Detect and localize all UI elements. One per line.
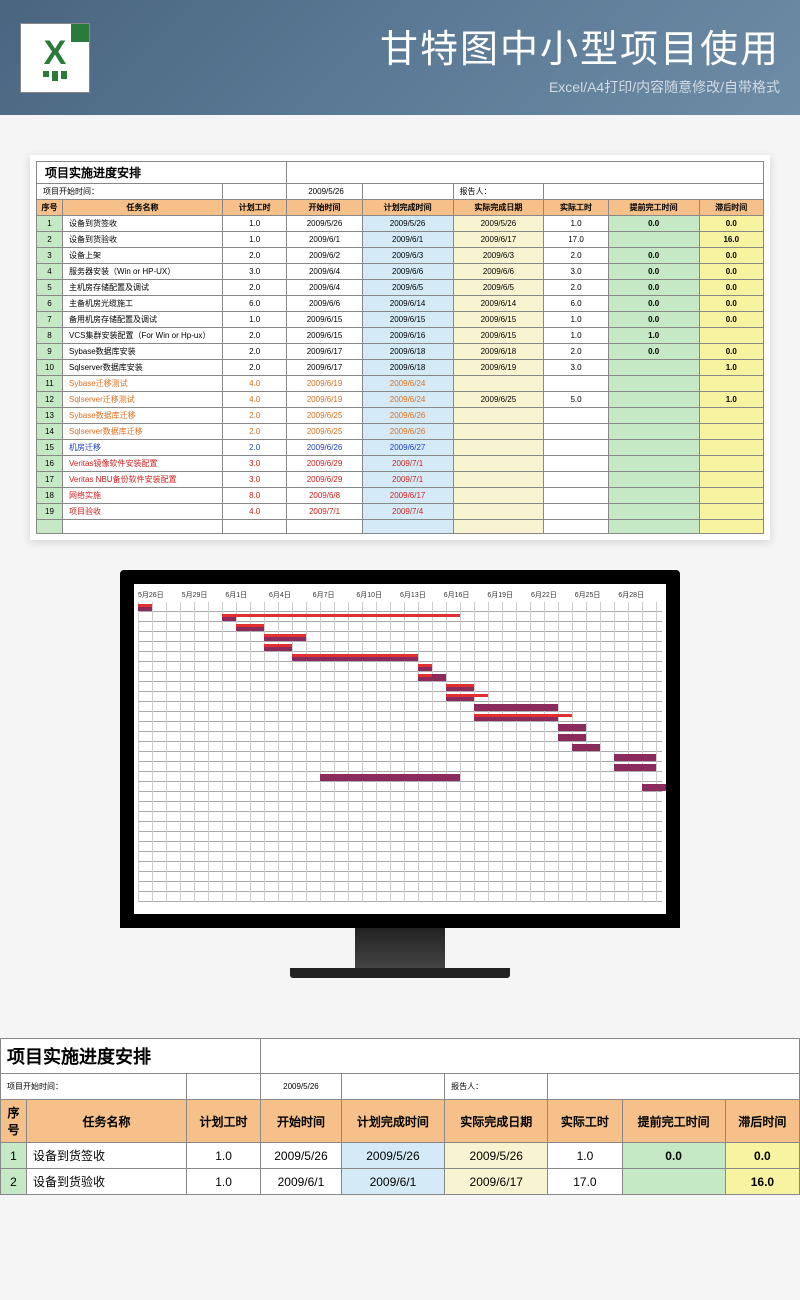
table-row: 12Sqlserver迁移测试4.02009/6/192009/6/242009…: [37, 392, 764, 408]
col-seq: 序号: [37, 200, 63, 216]
header-banner: X 甘特图中小型项目使用 Excel/A4打印/内容随意修改/自带格式: [0, 0, 800, 115]
col-late-b: 滞后时间: [725, 1100, 799, 1143]
col-plan-end: 计划完成时间: [362, 200, 453, 216]
gantt-plan-bar: [614, 754, 656, 761]
col-ah-b: 实际工时: [548, 1100, 622, 1143]
gantt-date-label: 6月7日: [313, 590, 357, 600]
monitor-mockup: 5月26日5月29日6月1日6月4日6月7日6月10日6月13日6月16日6月1…: [0, 570, 800, 978]
col-early-b: 提前完工时间: [622, 1100, 725, 1143]
table-row: 11Sybase迁移测试4.02009/6/192009/6/24: [37, 376, 764, 392]
table-row: 15机房迁移2.02009/6/262009/6/27: [37, 440, 764, 456]
project-schedule-table: 项目实施进度安排 项目开始时间： 2009/5/26 报告人： 序号 任务名称 …: [36, 161, 764, 534]
table-row: 1设备到货签收1.02009/5/262009/5/262009/5/261.0…: [1, 1143, 800, 1169]
col-seq-b: 序号: [1, 1100, 27, 1143]
gantt-actual-bar: [474, 714, 572, 717]
table-row: 7备用机房存储配置及调试1.02009/6/152009/6/152009/6/…: [37, 312, 764, 328]
gantt-actual-bar: [418, 664, 432, 667]
reporter-label-bottom: 报告人：: [445, 1074, 548, 1100]
excel-file-icon: X: [20, 23, 90, 93]
gantt-actual-bar: [446, 684, 474, 687]
table-row: 18网络实施8.02009/6/82009/6/17: [37, 488, 764, 504]
col-start: 开始时间: [287, 200, 362, 216]
gantt-actual-bar: [236, 624, 264, 627]
gantt-plan-bar: [474, 704, 558, 711]
col-actual-end: 实际完成日期: [453, 200, 544, 216]
gantt-date-label: 6月16日: [444, 590, 488, 600]
table-row: 8VCS集群安装配置（For Win or Hp-ux）2.02009/6/15…: [37, 328, 764, 344]
start-date-label: 项目开始时间：: [37, 184, 223, 200]
gantt-date-label: 6月10日: [356, 590, 400, 600]
table-row: 14Sqlserver数据库迁移2.02009/6/252009/6/26: [37, 424, 764, 440]
gantt-plan-bar: [614, 764, 656, 771]
table-row: 2设备到货验收1.02009/6/12009/6/12009/6/1717.01…: [37, 232, 764, 248]
gantt-chart: 5月26日5月29日6月1日6月4日6月7日6月10日6月13日6月16日6月1…: [134, 584, 666, 914]
start-date-label-bottom: 项目开始时间：: [1, 1074, 187, 1100]
spreadsheet-preview: 项目实施进度安排 项目开始时间： 2009/5/26 报告人： 序号 任务名称 …: [30, 155, 770, 540]
table-row: 4服务器安装（Win or HP-UX）3.02009/6/42009/6/62…: [37, 264, 764, 280]
gantt-date-label: 5月29日: [182, 590, 226, 600]
gantt-actual-bar: [264, 644, 292, 647]
table-row: 13Sybase数据库迁移2.02009/6/252009/6/26: [37, 408, 764, 424]
table-row: 2设备到货验收1.02009/6/12009/6/12009/6/1717.01…: [1, 1169, 800, 1195]
table-row: 6主备机房光缆施工6.02009/6/62009/6/142009/6/146.…: [37, 296, 764, 312]
col-actual-hours: 实际工时: [544, 200, 608, 216]
col-name: 任务名称: [63, 200, 223, 216]
sheet-title: 项目实施进度安排: [37, 162, 287, 184]
gantt-date-label: 6月4日: [269, 590, 313, 600]
col-st-b: 开始时间: [261, 1100, 342, 1143]
gantt-date-label: 6月19日: [487, 590, 531, 600]
gantt-date-label: 6月1日: [225, 590, 269, 600]
col-name-b: 任务名称: [27, 1100, 187, 1143]
gantt-actual-bar: [138, 604, 152, 607]
gantt-actual-bar: [264, 634, 306, 637]
col-early: 提前完工时间: [608, 200, 699, 216]
table-row: 10Sqlserver数据库安装2.02009/6/172009/6/18200…: [37, 360, 764, 376]
col-pe-b: 计划完成时间: [341, 1100, 444, 1143]
col-ph-b: 计划工时: [187, 1100, 261, 1143]
gantt-actual-bar: [292, 654, 418, 657]
gantt-plan-bar: [558, 724, 586, 731]
gantt-date-label: 6月25日: [575, 590, 619, 600]
gantt-plan-bar: [642, 784, 666, 791]
start-date-value: 2009/5/26: [287, 184, 362, 200]
gantt-plan-bar: [572, 744, 600, 751]
table-row: 16Veritas镜像软件安装配置3.02009/6/292009/7/1: [37, 456, 764, 472]
gantt-actual-bar: [418, 674, 432, 677]
table-row: 1设备到货签收1.02009/5/262009/5/262009/5/261.0…: [37, 216, 764, 232]
gantt-actual-bar: [222, 614, 460, 617]
gantt-date-label: 6月28日: [618, 590, 662, 600]
table-row: 17Veritas NBU备份软件安装配置3.02009/6/292009/7/…: [37, 472, 764, 488]
sheet-title-bottom: 项目实施进度安排: [1, 1039, 261, 1074]
table-row: 5主机房存储配置及调试2.02009/6/42009/6/52009/6/52.…: [37, 280, 764, 296]
page-subtitle: Excel/A4打印/内容随意修改/自带格式: [105, 77, 780, 97]
gantt-plan-bar: [320, 774, 460, 781]
gantt-plan-bar: [558, 734, 586, 741]
gantt-date-label: 6月22日: [531, 590, 575, 600]
col-late: 滞后时间: [699, 200, 763, 216]
gantt-date-label: 5月26日: [138, 590, 182, 600]
table-row: 3设备上架2.02009/6/22009/6/32009/6/32.00.00.…: [37, 248, 764, 264]
table-row: 9Sybase数据库安装2.02009/6/172009/6/182009/6/…: [37, 344, 764, 360]
gantt-date-label: 6月13日: [400, 590, 444, 600]
gantt-actual-bar: [446, 694, 488, 697]
bottom-spreadsheet-preview: 项目实施进度安排 项目开始时间： 2009/5/26 报告人： 序号 任务名称 …: [0, 1038, 800, 1195]
reporter-label: 报告人：: [453, 184, 544, 200]
table-row: 19项目验收4.02009/7/12009/7/4: [37, 504, 764, 520]
col-ae-b: 实际完成日期: [445, 1100, 548, 1143]
col-plan-hours: 计划工时: [223, 200, 287, 216]
start-date-value-bottom: 2009/5/26: [261, 1074, 342, 1100]
page-title: 甘特图中小型项目使用: [105, 18, 780, 73]
